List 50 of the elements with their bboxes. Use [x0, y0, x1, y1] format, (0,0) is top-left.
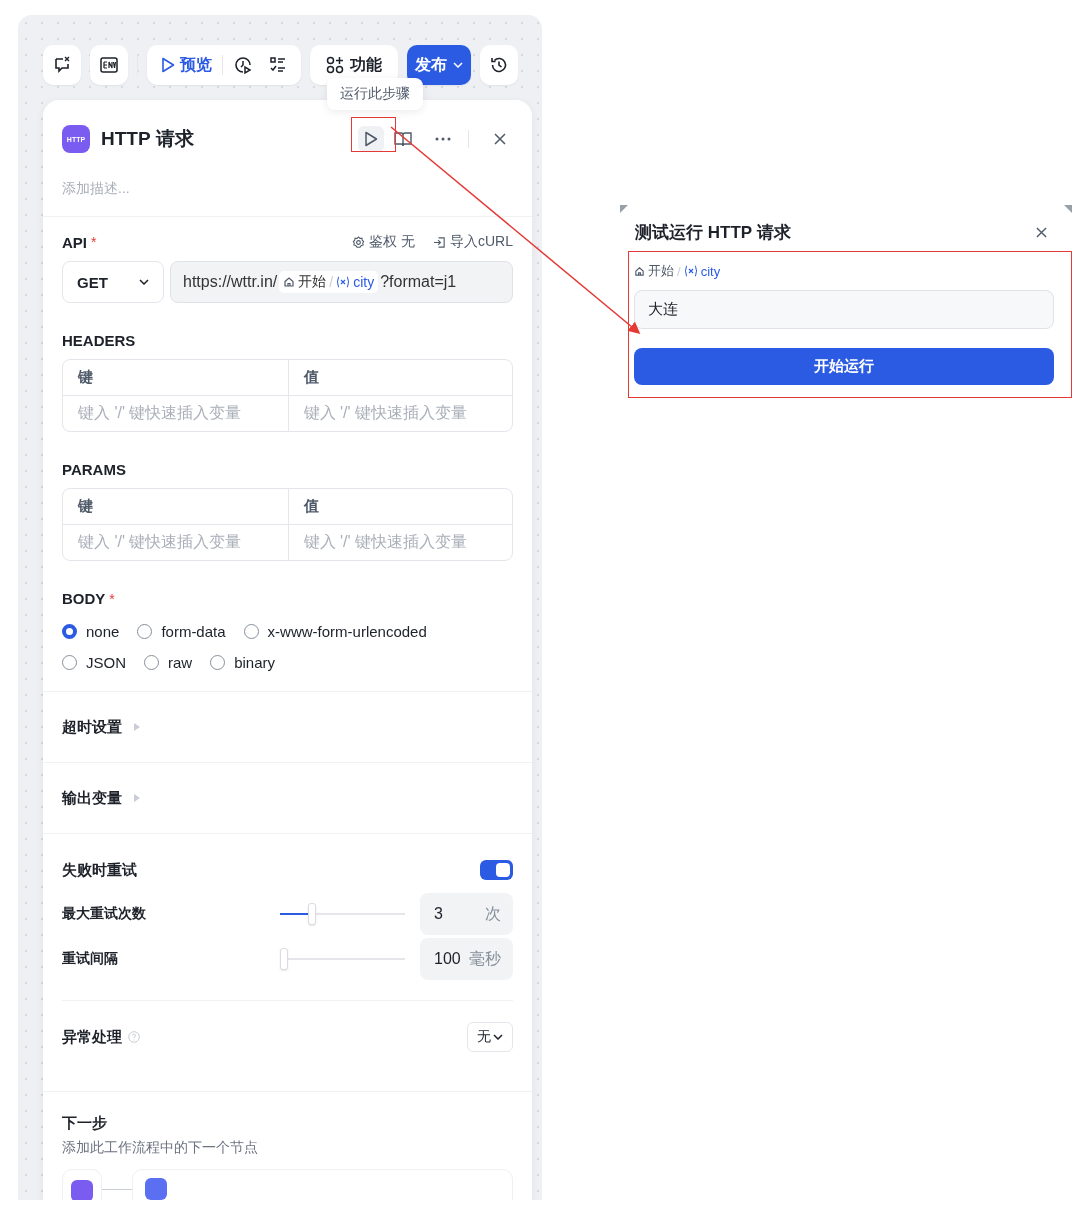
- dropdown[interactable]: 无: [467, 1022, 513, 1052]
- import-curl-button[interactable]: 导入cURL: [433, 233, 513, 251]
- preview-button[interactable]: 预览: [155, 50, 218, 80]
- field-value: 100: [434, 950, 461, 968]
- variable-name: city: [353, 274, 375, 290]
- required-mark: *: [91, 234, 97, 250]
- unit-label: 次: [485, 903, 501, 924]
- number-field[interactable]: 100 毫秒: [420, 938, 513, 980]
- variable-node-label: 开始: [298, 273, 327, 291]
- column-header: 键: [63, 360, 288, 396]
- collapsible-header[interactable]: 超时设置: [62, 717, 140, 737]
- section-label: HEADERS: [62, 332, 137, 349]
- input-field[interactable]: 大连: [634, 290, 1054, 329]
- radio-option[interactable]: JSON: [62, 654, 126, 671]
- url-text: ?format=j1: [380, 273, 457, 291]
- setting-label: 最大重试次数: [62, 905, 147, 923]
- method-select[interactable]: GET: [62, 261, 164, 303]
- field-label: 失败时重试: [62, 860, 137, 880]
- radio-option[interactable]: x-www-form-urlencoded: [243, 623, 427, 640]
- section-description: 添加此工作流程中的下一个节点: [62, 1139, 259, 1157]
- field-label: API: [62, 233, 87, 251]
- auth-button[interactable]: 鉴权 无: [352, 233, 415, 251]
- path-separator: /: [677, 263, 681, 279]
- setting-label: 重试间隔: [62, 950, 119, 968]
- number-field[interactable]: 3 次: [420, 893, 513, 935]
- dialog-title: 测试运行 HTTP 请求: [635, 221, 792, 244]
- variable-node-label: 开始: [648, 262, 674, 280]
- section-title: 下一步: [62, 1114, 108, 1133]
- publish-button[interactable]: 发布: [407, 45, 471, 85]
- tooltip: 运行此步骤: [327, 78, 423, 110]
- path-separator: /: [329, 274, 334, 290]
- run-button[interactable]: 开始运行: [634, 348, 1054, 385]
- unit-label: 毫秒: [469, 948, 501, 969]
- radio-option[interactable]: raw: [144, 654, 193, 671]
- radio-option[interactable]: form-data: [137, 623, 226, 640]
- url-text: https://wttr.in/: [183, 273, 278, 291]
- column-header: 键: [63, 489, 288, 525]
- section-label: PARAMS: [62, 461, 127, 478]
- column-header: 值: [287, 360, 512, 396]
- collapsible-header[interactable]: 输出变量: [62, 788, 140, 808]
- section-label: BODY: [62, 590, 106, 607]
- node-title: HTTP 请求: [101, 127, 195, 151]
- field-value: 3: [434, 905, 443, 923]
- required-mark: *: [109, 590, 115, 607]
- radio-option[interactable]: none: [62, 623, 120, 640]
- column-header: 值: [287, 489, 512, 525]
- field-label: 异常处理: [62, 1027, 122, 1047]
- variable-name: city: [700, 263, 721, 279]
- url-field[interactable]: https://wttr.in/ 开始 / city ?format=j1: [170, 261, 513, 303]
- radio-option[interactable]: binary: [210, 654, 276, 671]
